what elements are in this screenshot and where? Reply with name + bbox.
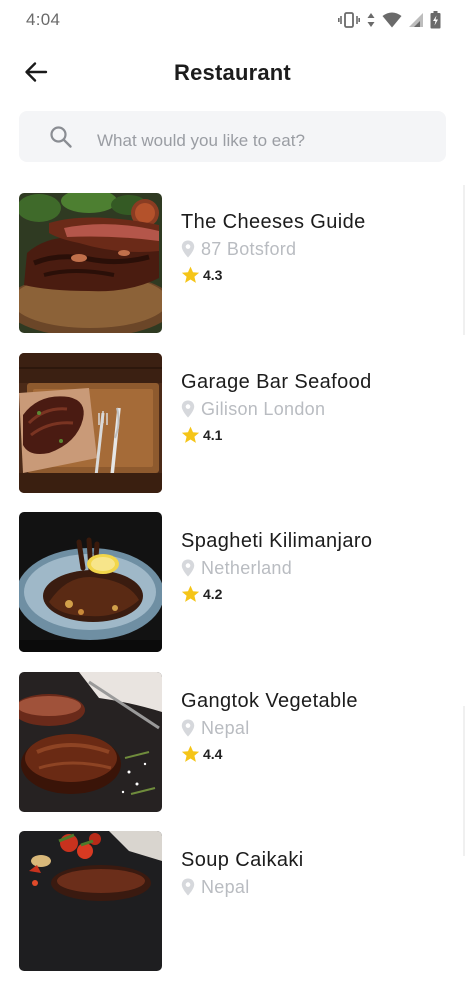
search-bar[interactable] bbox=[19, 111, 446, 166]
page-title: Restaurant bbox=[174, 60, 291, 85]
restaurant-card[interactable]: Garage Bar Seafood Gilison London 4.1 bbox=[19, 352, 459, 513]
data-arrows-icon bbox=[366, 12, 376, 28]
signal-icon bbox=[408, 12, 424, 28]
star-icon bbox=[181, 585, 200, 603]
restaurant-name: Spagheti Kilimanjaro bbox=[181, 530, 373, 552]
grilled-ribs-photo bbox=[19, 193, 162, 333]
restaurant-rating-value: 4.1 bbox=[203, 426, 223, 443]
restaurant-location: 87 Botsford bbox=[181, 238, 459, 260]
star-icon bbox=[181, 426, 200, 444]
location-pin-icon bbox=[181, 878, 195, 896]
vibrate-icon bbox=[338, 12, 360, 28]
app-header: Restaurant bbox=[0, 48, 465, 100]
search-icon bbox=[49, 125, 73, 149]
wifi-icon bbox=[382, 12, 402, 28]
search-input[interactable] bbox=[97, 111, 427, 166]
restaurant-name: The Cheeses Guide bbox=[181, 211, 366, 233]
restaurant-rating-value: 4.3 bbox=[203, 267, 223, 283]
restaurant-location-text: Netherland bbox=[201, 558, 293, 578]
restaurant-name: Garage Bar Seafood bbox=[181, 370, 372, 393]
restaurant-info: Soup Caikaki Nepal bbox=[181, 847, 459, 898]
restaurant-card[interactable]: Soup Caikaki Nepal bbox=[19, 831, 459, 991]
location-pin-icon bbox=[181, 559, 195, 577]
restaurant-rating-value: 4.4 bbox=[203, 745, 223, 762]
restaurant-location: Gilison London bbox=[181, 398, 459, 420]
restaurant-info: Spagheti Kilimanjaro Netherland 4.2 bbox=[181, 528, 459, 603]
restaurant-location: Nepal bbox=[181, 717, 459, 739]
restaurant-card[interactable]: The Cheeses Guide 87 Botsford 4.3 bbox=[19, 193, 459, 353]
restaurant-name: Soup Caikaki bbox=[181, 849, 304, 871]
meat-tomatoes-photo bbox=[19, 831, 162, 971]
seared-meat-photo bbox=[19, 671, 162, 812]
status-icons bbox=[338, 10, 441, 30]
restaurant-rating: 4.1 bbox=[181, 426, 459, 444]
restaurant-info: Garage Bar Seafood Gilison London 4.1 bbox=[181, 369, 459, 444]
status-time: 4:04 bbox=[26, 10, 61, 29]
restaurant-location-text: Gilison London bbox=[201, 398, 326, 419]
restaurant-name: Gangtok Vegetable bbox=[181, 689, 358, 712]
restaurant-rating-value: 4.2 bbox=[203, 586, 223, 602]
star-icon bbox=[181, 266, 200, 284]
restaurant-location-text: Nepal bbox=[201, 717, 250, 738]
location-pin-icon bbox=[181, 400, 195, 418]
location-pin-icon bbox=[181, 240, 195, 258]
star-icon bbox=[181, 745, 200, 763]
restaurant-rating: 4.3 bbox=[181, 266, 459, 284]
restaurant-card[interactable]: Spagheti Kilimanjaro Netherland 4.2 bbox=[19, 512, 459, 672]
restaurant-rating: 4.2 bbox=[181, 585, 459, 603]
restaurant-rating: 4.4 bbox=[181, 745, 459, 763]
plated-steak-lemon-photo bbox=[19, 512, 162, 652]
restaurant-info: Gangtok Vegetable Nepal 4.4 bbox=[181, 688, 459, 763]
battery-charging-icon bbox=[430, 11, 441, 29]
location-pin-icon bbox=[181, 719, 195, 737]
restaurant-location: Netherland bbox=[181, 557, 459, 579]
status-bar: 4:04 bbox=[0, 0, 465, 40]
restaurant-card[interactable]: Gangtok Vegetable Nepal 4.4 bbox=[19, 671, 459, 832]
restaurant-list: The Cheeses Guide 87 Botsford 4.3 Garage… bbox=[19, 193, 459, 991]
restaurant-location: Nepal bbox=[181, 876, 459, 898]
steak-on-board-photo bbox=[19, 352, 162, 493]
restaurant-location-text: 87 Botsford bbox=[201, 239, 297, 259]
restaurant-info: The Cheeses Guide 87 Botsford 4.3 bbox=[181, 209, 459, 284]
restaurant-location-text: Nepal bbox=[201, 877, 250, 897]
